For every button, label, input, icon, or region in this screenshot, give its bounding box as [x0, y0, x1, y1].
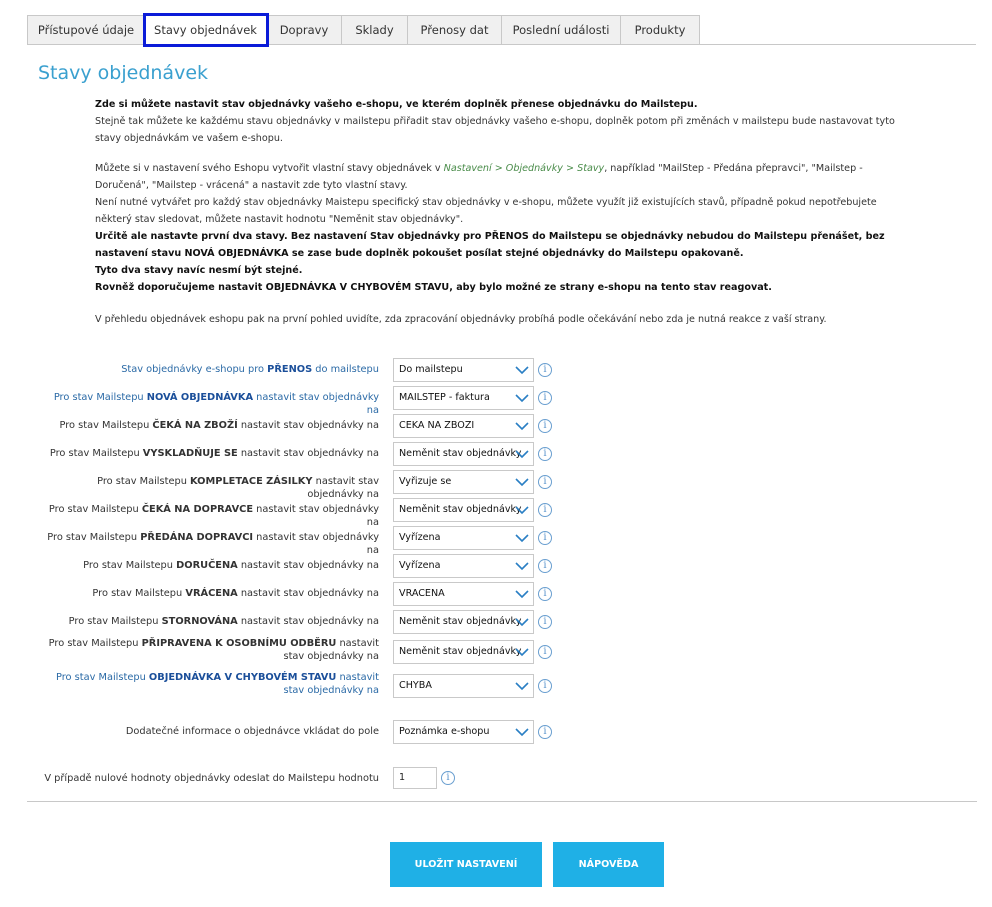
zero-value-label: V případě nulové hodnoty objednávky odes…: [44, 773, 379, 784]
state-row-label: Pro stav Mailstepu PŘIPRAVENA K OSOBNÍMU…: [48, 638, 379, 662]
info-icon[interactable]: i: [538, 391, 552, 405]
tab-shipping[interactable]: Dopravy: [267, 15, 342, 45]
state-select[interactable]: Do mailstepu: [393, 358, 534, 382]
save-settings-button[interactable]: ULOŽIT NASTAVENÍ: [390, 842, 542, 887]
settings-path: Nastavení > Objednávky > Stavy: [443, 163, 605, 174]
chevron-down-icon: [515, 366, 529, 375]
info-icon[interactable]: i: [538, 679, 552, 693]
info-icon[interactable]: i: [441, 771, 455, 785]
tab-warehouses[interactable]: Sklady: [342, 15, 408, 45]
state-row-label: Pro stav Mailstepu VYSKLADŇUJE SE nastav…: [49, 448, 379, 459]
state-select[interactable]: Neměnit stav objednávky: [393, 610, 534, 634]
state-row-label: Pro stav Mailstepu ČEKÁ NA ZBOŽÍ nastavi…: [59, 420, 379, 431]
info-icon[interactable]: i: [538, 645, 552, 659]
form-row-state: Pro stav Mailstepu STORNOVÁNA nastavit s…: [0, 609, 992, 635]
state-select[interactable]: VRACENA: [393, 582, 534, 606]
info-icon[interactable]: i: [538, 725, 552, 739]
zero-value-input[interactable]: 1: [393, 767, 437, 789]
intro-p6: Tyto dva stavy navíc nesmí být stejné.: [95, 265, 303, 276]
form-row-zero-value: V případě nulové hodnoty objednávky odes…: [0, 766, 992, 792]
chevron-down-icon: [515, 562, 529, 571]
chevron-down-icon: [515, 590, 529, 599]
state-select[interactable]: Vyřízena: [393, 554, 534, 578]
form-row-state: Pro stav Mailstepu VYSKLADŇUJE SE nastav…: [0, 441, 992, 467]
form-divider: [27, 801, 977, 802]
chevron-down-icon: [515, 618, 529, 627]
tab-data-transfers[interactable]: Přenosy dat: [408, 15, 502, 45]
info-icon[interactable]: i: [538, 615, 552, 629]
intro-p1: Zde si můžete nastavit stav objednávky v…: [95, 99, 698, 110]
info-icon[interactable]: i: [538, 475, 552, 489]
state-select[interactable]: Vyřizuje se: [393, 470, 534, 494]
state-select[interactable]: CHYBA: [393, 674, 534, 698]
tab-products[interactable]: Produkty: [621, 15, 700, 45]
info-icon[interactable]: i: [538, 447, 552, 461]
form-row-state: Pro stav Mailstepu NOVÁ OBJEDNÁVKA nasta…: [0, 385, 992, 416]
tab-recent-events[interactable]: Poslední události: [502, 15, 621, 45]
page-title: Stavy objednávek: [38, 62, 209, 84]
state-select[interactable]: Neměnit stav objednávky: [393, 442, 534, 466]
tab-access-data[interactable]: Přístupové údaje: [27, 15, 145, 45]
state-select[interactable]: Vyřízena: [393, 526, 534, 550]
info-icon[interactable]: i: [538, 587, 552, 601]
intro-p4: Není nutné vytvářet pro každý stav objed…: [95, 197, 877, 225]
chevron-down-icon: [515, 478, 529, 487]
chevron-down-icon: [515, 648, 529, 657]
chevron-down-icon: [515, 534, 529, 543]
form-row-state: Pro stav Mailstepu OBJEDNÁVKA V CHYBOVÉM…: [0, 671, 992, 698]
form-row-state: Pro stav Mailstepu KOMPLETACE ZÁSILKY na…: [0, 469, 992, 500]
chevron-down-icon: [515, 450, 529, 459]
info-icon[interactable]: i: [538, 363, 552, 377]
state-select[interactable]: Neměnit stav objednávky: [393, 640, 534, 664]
state-row-label: Stav objednávky e-shopu pro PŘENOS do ma…: [121, 364, 379, 375]
intro-p5: Určitě ale nastavte první dva stavy. Bez…: [95, 231, 885, 259]
intro-text: Zde si můžete nastavit stav objednávky v…: [95, 96, 895, 328]
state-select[interactable]: MAILSTEP - faktura: [393, 386, 534, 410]
state-select[interactable]: Neměnit stav objednávky: [393, 498, 534, 522]
info-icon[interactable]: i: [538, 531, 552, 545]
form-row-state: Pro stav Mailstepu ČEKÁ NA DOPRAVCE nast…: [0, 497, 992, 528]
form-row-state: Stav objednávky e-shopu pro PŘENOS do ma…: [0, 357, 992, 383]
help-button[interactable]: NÁPOVĚDA: [553, 842, 664, 887]
state-row-label: Pro stav Mailstepu VRÁCENA nastavit stav…: [92, 588, 379, 599]
state-row-label: Pro stav Mailstepu STORNOVÁNA nastavit s…: [68, 616, 379, 627]
extra-info-select[interactable]: Poznámka e-shopu: [393, 720, 534, 744]
info-icon[interactable]: i: [538, 503, 552, 517]
tab-order-states[interactable]: Stavy objednávek: [143, 13, 269, 47]
chevron-down-icon: [515, 422, 529, 431]
state-row-label: Pro stav Mailstepu DORUČENA nastavit sta…: [83, 560, 379, 571]
form-row-state: Pro stav Mailstepu PŘEDÁNA DOPRAVCI nast…: [0, 525, 992, 556]
extra-info-label: Dodatečné informace o objednávce vkládat…: [125, 726, 379, 737]
intro-p3: Můžete si v nastavení svého Eshopu vytvo…: [95, 163, 863, 191]
chevron-down-icon: [515, 682, 529, 691]
tab-bar: Přístupové údaje Stavy objednávek Doprav…: [27, 13, 700, 47]
state-select[interactable]: CEKA NA ZBOZI: [393, 414, 534, 438]
chevron-down-icon: [515, 506, 529, 515]
intro-p2: Stejně tak můžete ke každému stavu objed…: [95, 116, 895, 144]
state-row-label: Pro stav Mailstepu OBJEDNÁVKA V CHYBOVÉM…: [55, 672, 379, 696]
form-row-state: Pro stav Mailstepu VRÁCENA nastavit stav…: [0, 581, 992, 607]
chevron-down-icon: [515, 728, 529, 737]
intro-p7: Rovněž doporučujeme nastavit OBJEDNÁVKA …: [95, 282, 772, 293]
chevron-down-icon: [515, 394, 529, 403]
info-icon[interactable]: i: [538, 559, 552, 573]
form-row-extra-info: Dodatečné informace o objednávce vkládat…: [0, 719, 992, 745]
intro-p8: V přehledu objednávek eshopu pak na prvn…: [95, 314, 827, 325]
info-icon[interactable]: i: [538, 419, 552, 433]
form-row-state: Pro stav Mailstepu PŘIPRAVENA K OSOBNÍMU…: [0, 637, 992, 664]
form-row-state: Pro stav Mailstepu ČEKÁ NA ZBOŽÍ nastavi…: [0, 413, 992, 439]
form-row-state: Pro stav Mailstepu DORUČENA nastavit sta…: [0, 553, 992, 579]
